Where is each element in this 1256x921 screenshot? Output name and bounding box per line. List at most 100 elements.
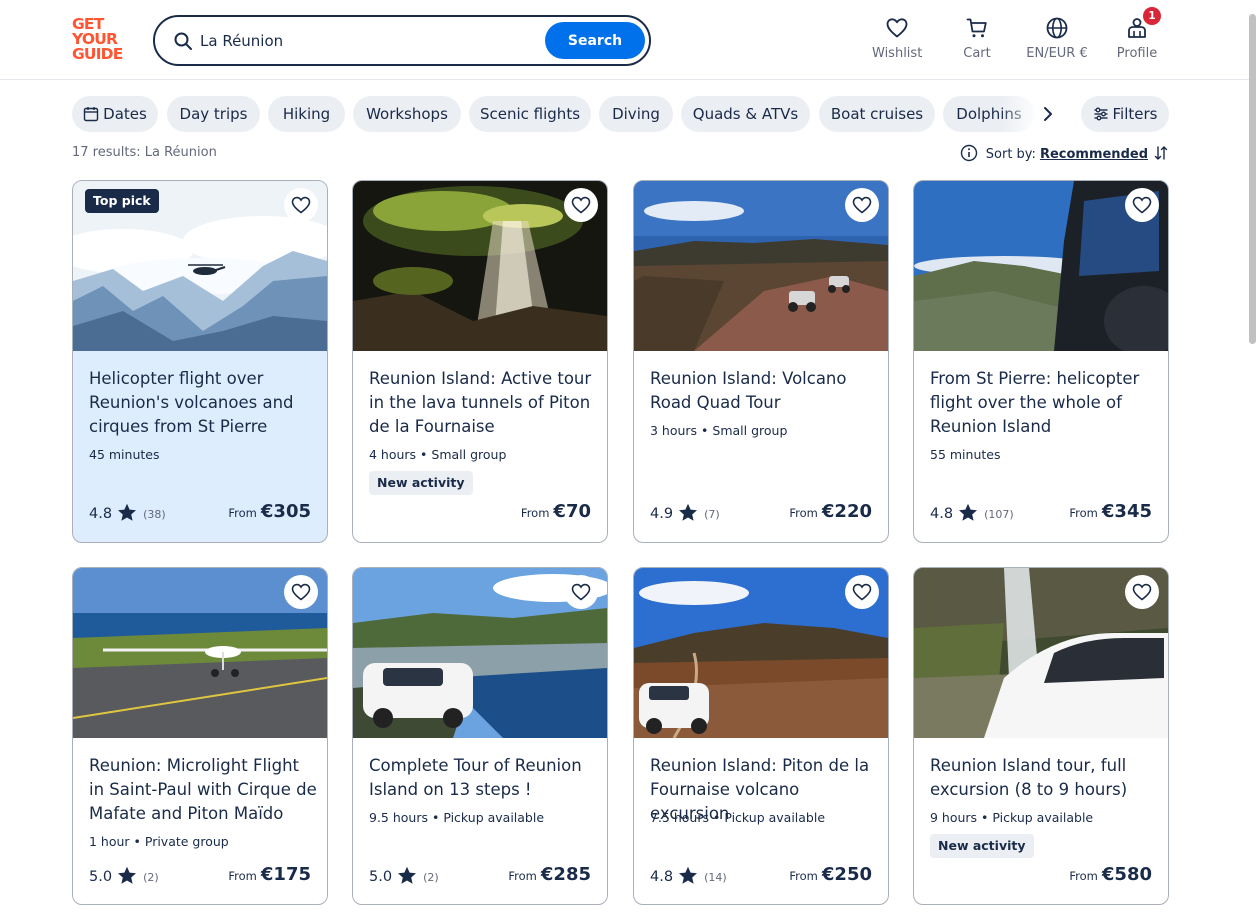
price-amount: €305 [260, 501, 311, 522]
sort-arrows-icon [1154, 146, 1168, 160]
price-from-label: From [1069, 506, 1098, 520]
cart-button[interactable]: Cart [957, 16, 997, 64]
globe-icon [1046, 17, 1068, 39]
activity-price: From €580 [1069, 864, 1152, 885]
chevron-right-icon[interactable] [1038, 104, 1058, 124]
rating-value: 5.0 [369, 869, 393, 885]
language-currency-button[interactable]: EN/EUR € [1022, 16, 1092, 64]
add-to-wishlist-button[interactable] [1125, 575, 1159, 609]
price-from-label: From [789, 869, 818, 883]
activity-card[interactable]: Complete Tour of Reunion Island on 13 st… [352, 567, 608, 905]
activity-price: From €345 [1069, 501, 1152, 522]
sort-label: Sort by: [985, 147, 1036, 162]
heart-icon [291, 196, 311, 214]
wishlist-label: Wishlist [872, 46, 923, 61]
review-count: (7) [704, 508, 720, 521]
chip-hiking[interactable]: Hiking [268, 96, 345, 132]
cart-icon [966, 18, 987, 38]
activity-price: From €220 [789, 501, 872, 522]
activity-rating: 4.8 (38) [89, 503, 166, 522]
chip-diving[interactable]: Diving [599, 96, 673, 132]
price-from-label: From [520, 506, 550, 520]
activity-meta: 3 hours • Small group [650, 423, 788, 438]
review-count: (38) [143, 508, 166, 521]
rating-value: 4.8 [89, 506, 113, 522]
chip-day-trips[interactable]: Day trips [167, 96, 260, 132]
activity-card[interactable]: Top pick Helicopter flight over Reunion'… [72, 180, 328, 543]
page-scrollbar[interactable] [1249, 14, 1256, 344]
review-count: (2) [143, 871, 159, 884]
review-count: (14) [704, 871, 727, 884]
star-icon [118, 866, 137, 884]
activity-rating: 5.0 (2) [89, 866, 159, 885]
price-from-label: From [228, 869, 257, 883]
review-count: (107) [984, 508, 1014, 521]
activity-card[interactable]: Reunion Island: Volcano Road Quad Tour 3… [633, 180, 889, 543]
heart-icon [1132, 583, 1152, 601]
activity-price: From €70 [521, 501, 591, 522]
profile-button[interactable]: 1 Profile [1115, 7, 1161, 64]
chip-dates[interactable]: Dates [72, 96, 158, 132]
chip-scenic-flights[interactable]: Scenic flights [469, 96, 591, 132]
activity-title[interactable]: Complete Tour of Reunion Island on 13 st… [369, 754, 597, 802]
filters-button[interactable]: Filters [1081, 96, 1169, 132]
calendar-icon [83, 107, 99, 122]
activity-rating: 4.9 (7) [650, 503, 720, 522]
heart-icon [886, 18, 908, 38]
activity-meta: 55 minutes [930, 447, 1001, 462]
activity-card[interactable]: Reunion Island: Piton de la Fournaise vo… [633, 567, 889, 905]
heart-icon [1132, 196, 1152, 214]
activity-title[interactable]: Helicopter flight over Reunion's volcano… [89, 367, 317, 439]
activity-price: From €305 [228, 501, 311, 522]
activity-price: From €175 [228, 864, 311, 885]
activity-title[interactable]: Reunion Island: Volcano Road Quad Tour [650, 367, 878, 415]
search-bar[interactable]: Search [153, 15, 651, 66]
add-to-wishlist-button[interactable] [284, 575, 318, 609]
chip-label: Dates [103, 105, 147, 123]
activity-meta: 45 minutes [89, 447, 160, 462]
activity-meta: 9 hours • Pickup available [930, 810, 1094, 825]
rating-value: 4.8 [930, 506, 954, 522]
activity-card[interactable]: From St Pierre: helicopter flight over t… [913, 180, 1169, 543]
heart-icon [571, 196, 591, 214]
activity-card[interactable]: Reunion Island tour, full excursion (8 t… [913, 567, 1169, 905]
sort-control[interactable]: Sort by: Recommended [960, 144, 1168, 162]
price-from-label: From [1069, 869, 1098, 883]
activity-title[interactable]: Reunion Island tour, full excursion (8 t… [930, 754, 1158, 802]
cart-label: Cart [963, 46, 991, 61]
add-to-wishlist-button[interactable] [284, 188, 318, 222]
rating-value: 5.0 [89, 869, 113, 885]
activity-title[interactable]: Reunion: Microlight Flight in Saint-Paul… [89, 754, 317, 826]
activity-meta: 9.5 hours • Pickup available [369, 810, 545, 825]
getyourguide-logo[interactable]: GET YOUR GUIDE [72, 16, 130, 63]
search-input[interactable] [200, 27, 540, 55]
price-from-label: From [508, 869, 537, 883]
filters-icon [1094, 107, 1108, 121]
add-to-wishlist-button[interactable] [845, 575, 879, 609]
activity-title[interactable]: From St Pierre: helicopter flight over t… [930, 367, 1158, 439]
chip-boat-cruises[interactable]: Boat cruises [819, 96, 935, 132]
profile-notification-badge: 1 [1143, 7, 1161, 25]
add-to-wishlist-button[interactable] [1125, 188, 1159, 222]
info-icon[interactable] [960, 144, 978, 162]
chip-workshops[interactable]: Workshops [353, 96, 461, 132]
logo-line-3: GUIDE [72, 45, 123, 63]
sort-value[interactable]: Recommended [1040, 147, 1148, 162]
heart-icon [852, 196, 872, 214]
heart-icon [291, 583, 311, 601]
price-from-label: From [789, 506, 818, 520]
wishlist-button[interactable]: Wishlist [872, 16, 922, 64]
add-to-wishlist-button[interactable] [845, 188, 879, 222]
top-pick-badge: Top pick [85, 189, 159, 213]
chip-label: Boat cruises [830, 105, 924, 123]
chip-quads-atvs[interactable]: Quads & ATVs [681, 96, 810, 132]
star-icon [118, 503, 137, 521]
activity-card[interactable]: Reunion: Microlight Flight in Saint-Paul… [72, 567, 328, 905]
activity-rating: 4.8 (107) [930, 503, 1014, 522]
add-to-wishlist-button[interactable] [564, 188, 598, 222]
chips-fade [1000, 96, 1040, 132]
search-button[interactable]: Search [545, 22, 645, 59]
activity-card[interactable]: Reunion Island: Active tour in the lava … [352, 180, 608, 543]
activity-title[interactable]: Reunion Island: Active tour in the lava … [369, 367, 597, 439]
add-to-wishlist-button[interactable] [564, 575, 598, 609]
